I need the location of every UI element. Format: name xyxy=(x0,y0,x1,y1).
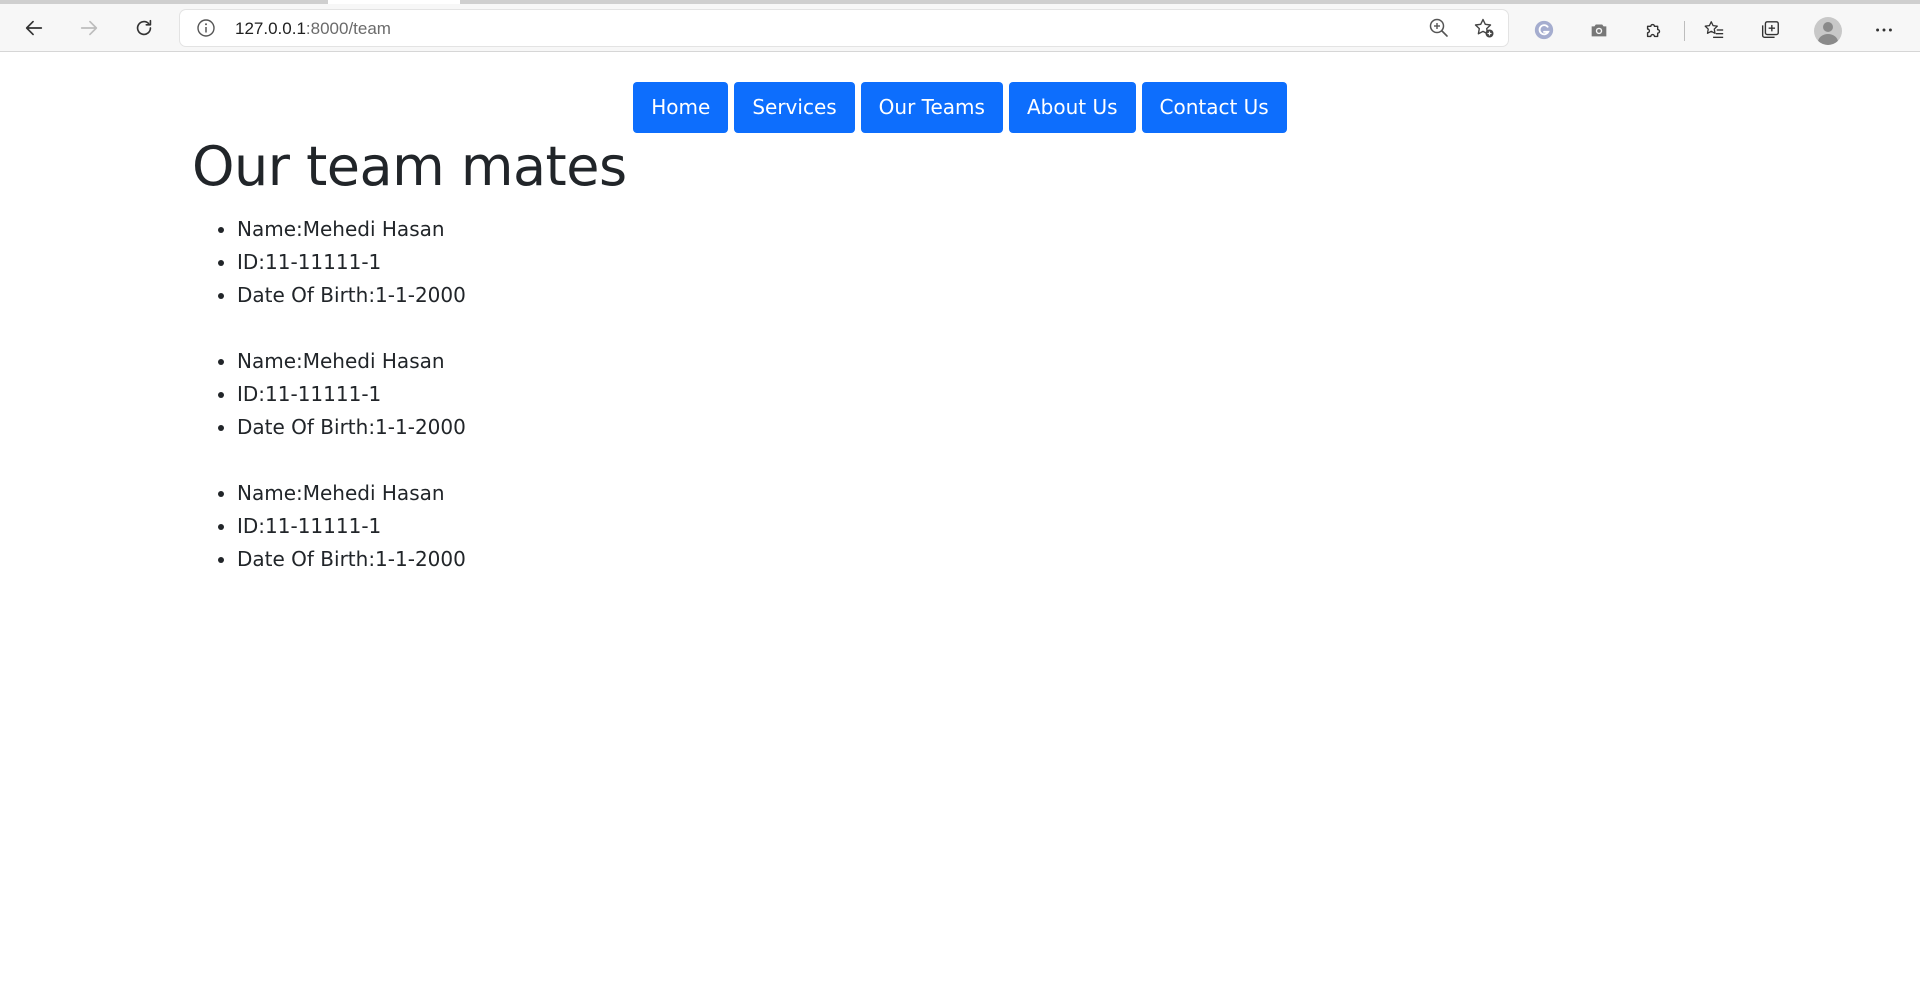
more-icon[interactable] xyxy=(1872,18,1896,42)
nav-our-teams-button[interactable]: Our Teams xyxy=(860,82,1003,133)
avatar-head xyxy=(1823,22,1833,32)
zoom-in-icon[interactable] xyxy=(1428,17,1450,39)
favorites-list-icon[interactable] xyxy=(1702,18,1726,42)
back-button[interactable] xyxy=(16,10,52,46)
site-nav: Home Services Our Teams About Us Contact… xyxy=(0,82,1920,133)
url-text[interactable]: 127.0.0.1:8000/team xyxy=(235,19,391,39)
url-host: 127.0.0.1 xyxy=(235,19,306,38)
member-dob: Date Of Birth:1-1-2000 xyxy=(237,279,466,312)
add-favorite-icon[interactable] xyxy=(1473,17,1495,39)
camera-icon[interactable] xyxy=(1587,18,1611,42)
page-title: Our team mates xyxy=(192,135,627,198)
url-path: :8000/team xyxy=(305,19,391,38)
member-dob: Date Of Birth:1-1-2000 xyxy=(237,543,466,576)
member-id: ID:11-11111-1 xyxy=(237,510,466,543)
team-members: Name:Mehedi Hasan ID:11-11111-1 Date Of … xyxy=(192,213,466,609)
member-name: Name:Mehedi Hasan xyxy=(237,213,466,246)
reload-icon xyxy=(136,19,152,36)
info-icon[interactable] xyxy=(196,18,216,38)
grammarly-icon[interactable] xyxy=(1532,18,1556,42)
member-list: Name:Mehedi Hasan ID:11-11111-1 Date Of … xyxy=(192,477,466,576)
collections-icon[interactable] xyxy=(1758,18,1782,42)
toolbar-separator xyxy=(1684,21,1685,41)
nav-services-button[interactable]: Services xyxy=(734,82,855,133)
puzzle-icon[interactable] xyxy=(1642,18,1666,42)
arrow-left-icon xyxy=(25,20,43,36)
member-name: Name:Mehedi Hasan xyxy=(237,477,466,510)
member-list: Name:Mehedi Hasan ID:11-11111-1 Date Of … xyxy=(192,213,466,312)
nav-home-button[interactable]: Home xyxy=(633,82,729,133)
member-list: Name:Mehedi Hasan ID:11-11111-1 Date Of … xyxy=(192,345,466,444)
nav-contact-us-button[interactable]: Contact Us xyxy=(1141,82,1287,133)
page-content: Home Services Our Teams About Us Contact… xyxy=(0,53,1920,982)
address-bar[interactable]: 127.0.0.1:8000/team xyxy=(180,10,1508,46)
arrow-right-icon xyxy=(80,20,98,36)
member-id: ID:11-11111-1 xyxy=(237,378,466,411)
profile-avatar[interactable] xyxy=(1814,17,1842,45)
browser-toolbar: 127.0.0.1:8000/team xyxy=(0,4,1920,52)
member-name: Name:Mehedi Hasan xyxy=(237,345,466,378)
reload-button[interactable] xyxy=(126,10,162,46)
nav-about-us-button[interactable]: About Us xyxy=(1008,82,1136,133)
avatar-body xyxy=(1818,34,1838,45)
member-dob: Date Of Birth:1-1-2000 xyxy=(237,411,466,444)
forward-button[interactable] xyxy=(71,10,107,46)
member-id: ID:11-11111-1 xyxy=(237,246,466,279)
